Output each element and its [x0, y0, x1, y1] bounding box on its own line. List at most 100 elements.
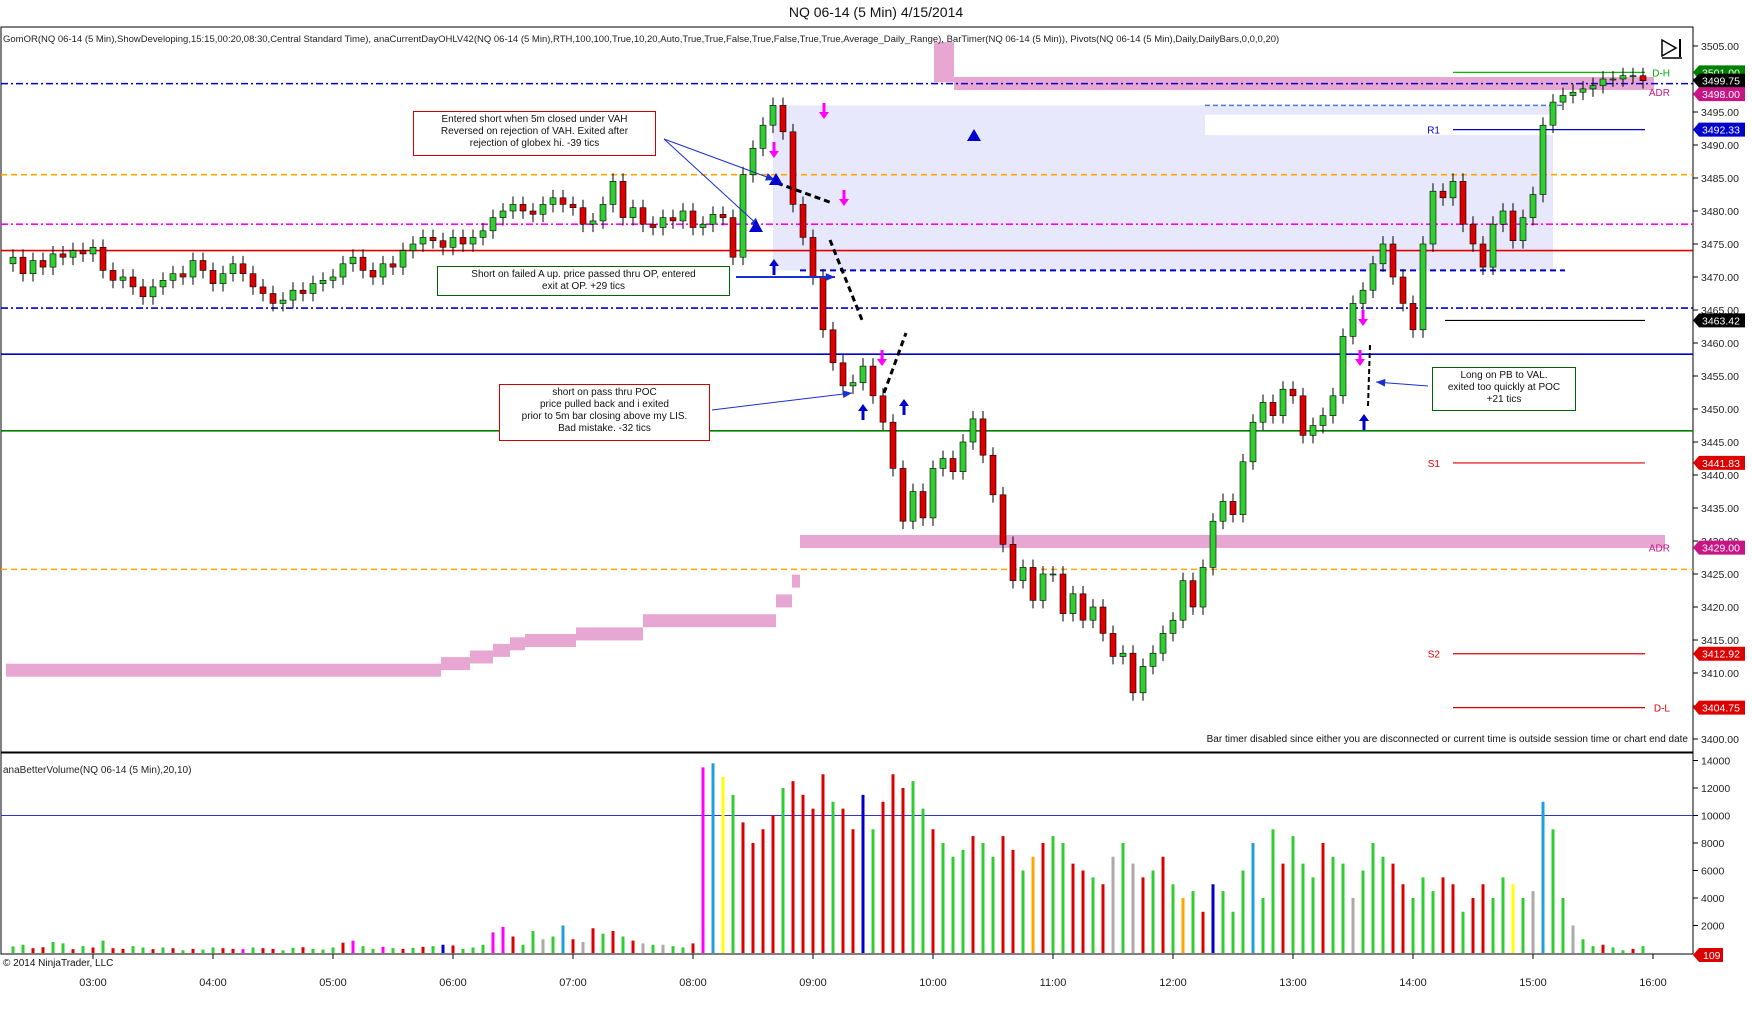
x-tick-label: 10:00 — [919, 977, 947, 989]
candle-body — [1279, 388, 1287, 416]
candle-body — [1059, 573, 1067, 614]
y-tick-label: 3460.00 — [1701, 338, 1739, 350]
profile-step — [776, 594, 792, 608]
level-tag: ADR — [1649, 544, 1670, 555]
trade-note-4: Long on PB to VAL. exited too quickly at … — [1432, 367, 1576, 411]
candle-body — [999, 494, 1007, 545]
candle-body — [359, 256, 367, 271]
candle-body — [49, 253, 57, 268]
candle-body — [1019, 567, 1027, 581]
candle-body — [1069, 593, 1077, 614]
candle-body — [519, 204, 527, 212]
candle-body — [1639, 75, 1647, 81]
candle-body — [679, 210, 687, 222]
candle-body — [789, 131, 797, 205]
candle-body — [449, 237, 457, 248]
candle-body — [1379, 243, 1387, 265]
y-tick-label: 3425.00 — [1701, 569, 1739, 581]
level-tag: S1 — [1428, 459, 1441, 470]
candle-body — [1449, 181, 1457, 199]
candle-body — [1099, 606, 1107, 634]
candle-body — [509, 204, 517, 212]
candle-body — [1549, 101, 1557, 126]
y-tick-label: 3415.00 — [1701, 635, 1739, 647]
volume-y-tick-label: 4000 — [1701, 893, 1725, 905]
candle-body — [1399, 276, 1407, 304]
price-indicator-legend: GomOR(NQ 06-14 (5 Min),ShowDeveloping,15… — [3, 34, 1279, 45]
candle-body — [179, 273, 187, 278]
profile-step — [576, 627, 643, 641]
x-tick-label: 06:00 — [439, 977, 467, 989]
price-flag-label: 3429.00 — [1702, 543, 1740, 555]
candle-body — [1539, 124, 1547, 195]
candle-body — [1599, 78, 1607, 86]
candle-body — [939, 458, 947, 469]
y-tick-label: 3410.00 — [1701, 668, 1739, 680]
collapse-toggle-icon[interactable] — [1660, 37, 1684, 59]
copyright-text: © 2014 NinjaTrader, LLC — [3, 958, 113, 969]
candle-body — [1629, 75, 1637, 77]
candle-body — [489, 217, 497, 232]
candle-body — [959, 441, 967, 473]
candle-body — [199, 260, 207, 271]
y-tick-label: 3400.00 — [1701, 734, 1739, 746]
candle-body — [269, 293, 277, 304]
candle-body — [949, 458, 957, 472]
candle-body — [499, 210, 507, 218]
y-tick-label: 3505.00 — [1701, 41, 1739, 53]
x-tick-label: 08:00 — [679, 977, 707, 989]
candle-body — [1129, 652, 1137, 694]
candle-body — [629, 207, 637, 218]
candle-body — [739, 174, 747, 258]
candle-body — [919, 491, 927, 519]
price-flag-label: 3499.75 — [1702, 76, 1740, 88]
candle-body — [309, 283, 317, 294]
candle-body — [89, 247, 97, 255]
candle-body — [69, 250, 77, 258]
candle-body — [29, 260, 37, 274]
y-tick-label: 3485.00 — [1701, 173, 1739, 185]
candle-body — [39, 260, 47, 268]
candle-body — [409, 243, 417, 251]
candle-body — [349, 256, 357, 265]
x-tick-label: 12:00 — [1159, 977, 1187, 989]
candle-body — [609, 181, 617, 205]
candle-body — [769, 105, 777, 126]
price-flag-label: 3498.00 — [1702, 89, 1740, 101]
candle-body — [1229, 501, 1237, 515]
level-tag: R1 — [1427, 126, 1440, 137]
candle-body — [289, 289, 297, 301]
price-flag-label: 3404.75 — [1702, 703, 1740, 715]
candle-body — [239, 263, 247, 274]
candle-body — [1509, 210, 1517, 242]
x-tick-label: 04:00 — [199, 977, 227, 989]
candle-body — [259, 286, 267, 294]
candle-body — [249, 273, 257, 288]
candle-body — [369, 270, 377, 278]
candle-body — [929, 468, 937, 519]
candle-body — [1259, 402, 1267, 423]
candle-body — [1359, 289, 1367, 304]
candle-body — [1569, 91, 1577, 96]
x-tick-label: 11:00 — [1040, 977, 1067, 989]
candle-body — [969, 418, 977, 443]
volume-panel-frame — [0, 752, 1694, 955]
candle-body — [1289, 388, 1297, 397]
candle-body — [1189, 580, 1197, 608]
candle-body — [839, 362, 847, 387]
candle-body — [619, 181, 627, 218]
candle-body — [339, 263, 347, 278]
profile-step — [525, 634, 576, 647]
candle-body — [1089, 606, 1097, 621]
volume-last-label: 109 — [1703, 950, 1721, 962]
bar-timer-message: Bar timer disabled since either you are … — [1207, 734, 1689, 745]
profile-step — [470, 650, 493, 664]
candle-body — [1079, 593, 1087, 621]
candle-body — [599, 204, 607, 222]
candle-body — [1339, 336, 1347, 397]
candle-body — [1299, 395, 1307, 436]
candle-body — [189, 260, 197, 278]
price-flag-label: 3492.33 — [1702, 125, 1740, 137]
candle-body — [1419, 243, 1427, 331]
candle-body — [219, 273, 227, 284]
